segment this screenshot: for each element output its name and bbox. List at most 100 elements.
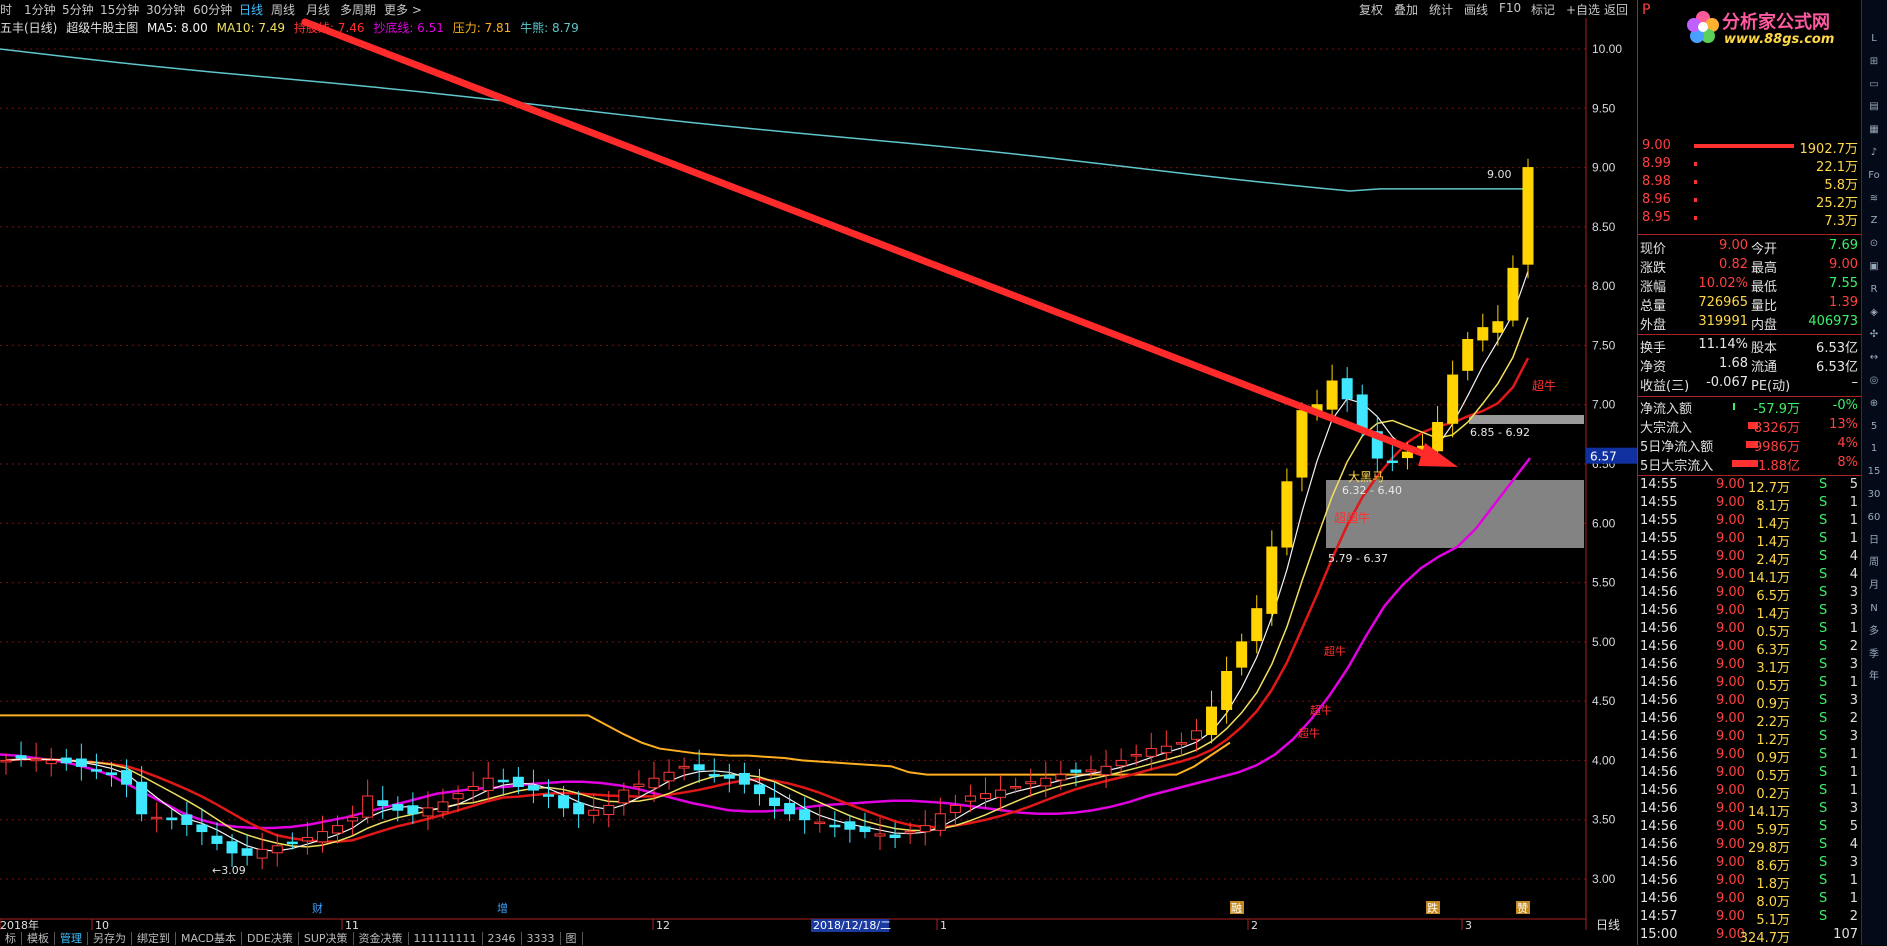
side-tool-icon[interactable]: 月 [1864,577,1884,595]
period-tab[interactable]: 15分钟 [100,1,139,18]
side-tool-icon[interactable]: ≋ [1864,190,1884,208]
side-tool-icon[interactable]: ▣ [1864,258,1884,276]
tick-price: 9.00 [1716,783,1745,798]
indicator-tab[interactable]: 绑定到 [132,932,176,945]
side-tool-icon[interactable]: ⊕ [1864,395,1884,413]
indicator-name[interactable]: 超级牛股主图 [66,21,138,35]
stock-title[interactable]: 五丰(日线) [0,21,57,35]
toolbar-action[interactable]: 画线 [1464,1,1488,18]
side-tool-icon[interactable]: ⊞ [1864,53,1884,71]
side-tool-icon[interactable]: 年 [1864,668,1884,686]
side-tool-icon[interactable]: 1 [1864,440,1884,458]
side-tool-icon[interactable]: 60 [1864,509,1884,527]
period-tab[interactable]: 周线 [271,1,295,18]
stat-row: 外盘 319991 内盘 406973 [1638,314,1862,333]
side-tool-icon[interactable]: 季 [1864,646,1884,664]
stat-label: 现价 [1640,242,1667,257]
tick-count: 4 [1849,549,1858,564]
tick-side: S [1819,891,1828,906]
tick-time: 14:56 [1640,873,1678,888]
side-tool-icon[interactable]: 15 [1864,463,1884,481]
stat-label: 外盘 [1640,318,1667,333]
indicator-tab[interactable]: 资金决策 [354,932,409,945]
indicator-tab[interactable]: 3333 [522,932,561,945]
indicator-tab[interactable]: MACD基本 [176,932,242,945]
period-tab[interactable]: 1分钟 [24,1,56,18]
indicator-tab[interactable]: 标 [0,932,22,945]
tick-price: 9.00 [1716,639,1745,654]
flow-pct: 13% [1829,417,1858,432]
tick-time: 14:56 [1640,567,1678,582]
tick-count: 1 [1849,873,1858,888]
side-tool-icon[interactable]: 日 [1864,532,1884,550]
long-ma-line [0,48,1530,192]
side-tool-icon[interactable]: ⊙ [1864,235,1884,253]
side-tool-icon[interactable]: ▤ [1864,98,1884,116]
bull-bear-value: 牛熊: 8.79 [520,21,579,35]
indicator-tab[interactable]: 模板 [22,932,55,945]
tick-row: 14:56 9.00 1.8万 S 1 [1638,873,1862,892]
tick-time: 14:55 [1640,495,1678,510]
period-tab[interactable]: 日线 [239,1,263,18]
tick-time: 15:00 [1640,927,1678,942]
indicator-tab[interactable]: 图 [561,932,583,945]
tick-volume: 0.9万 [1756,751,1790,766]
watermark-url: www.88gs.com [1724,32,1835,47]
toolbar-action[interactable]: 标记 [1531,1,1555,18]
period-tab[interactable]: 60分钟 [193,1,232,18]
indicator-tab[interactable]: SUP决策 [299,932,354,945]
side-tool-icon[interactable]: 30 [1864,486,1884,504]
side-tool-icon[interactable]: ♪ [1864,144,1884,162]
current-price-tag: 6.57 [1590,450,1617,464]
tick-price: 9.00 [1716,567,1745,582]
tick-price: 9.00 [1716,729,1745,744]
side-tool-icon[interactable]: 5 [1864,418,1884,436]
flow-value: 9986万 [1753,440,1800,455]
side-tool-icon[interactable]: 周 [1864,554,1884,572]
side-tool-icon[interactable]: ▭ [1864,76,1884,94]
side-tool-icon[interactable]: R [1864,281,1884,299]
side-tool-icon[interactable]: N [1864,600,1884,618]
side-tool-icon[interactable]: Z [1864,212,1884,230]
side-tool-icon[interactable]: L [1864,30,1884,48]
period-tab[interactable]: 更多 > [384,1,422,18]
ask-volume: 7.3万 [1824,214,1858,229]
fund-label: 流通 [1751,360,1778,375]
indicator-tab[interactable]: 2346 [483,932,522,945]
toolbar-action[interactable]: 统计 [1429,1,1453,18]
damajia-label: 大黑马 [1348,470,1384,484]
side-tool-icon[interactable]: ▦ [1864,121,1884,139]
toolbar-action[interactable]: 叠加 [1394,1,1418,18]
period-tab[interactable]: 月线 [306,1,330,18]
tick-price: 9.00 [1716,801,1745,816]
tick-count: 3 [1849,657,1858,672]
side-tool-icon[interactable]: ↔ [1864,349,1884,367]
candle [753,768,765,806]
side-tool-icon[interactable]: 多 [1864,623,1884,641]
side-tool-icon[interactable]: ◈ [1864,304,1884,322]
toolbar-action[interactable]: +自选 [1566,1,1600,18]
side-tool-icon[interactable]: ✣ [1864,326,1884,344]
indicator-tab[interactable]: DDE决策 [242,932,299,945]
candle [196,808,208,846]
period-tab[interactable]: 5分钟 [62,1,94,18]
period-tab[interactable]: 多周期 [340,1,376,18]
candle [45,747,57,777]
side-tool-icon[interactable]: ◎ [1864,372,1884,390]
toolbar-action[interactable]: 返回 [1604,1,1628,18]
period-tab[interactable]: 时 [0,1,12,18]
stat-label: 最低 [1751,280,1778,295]
period-tab[interactable]: 30分钟 [146,1,185,18]
tick-row: 14:56 9.00 14.1万 S 4 [1638,567,1862,586]
tick-row: 14:56 9.00 0.5万 S 1 [1638,765,1862,784]
toolbar-action[interactable]: F10 [1499,1,1521,15]
tick-side: S [1819,549,1828,564]
indicator-tab[interactable]: 管理 [55,932,88,945]
price-chart[interactable]: 10.009.509.008.508.007.507.006.506.005.5… [0,0,1637,945]
toolbar-action[interactable]: 复权 [1359,1,1383,18]
indicator-tab[interactable]: 另存为 [88,932,132,945]
side-tool-icon[interactable]: Fo [1864,167,1884,185]
tick-price: 9.00 [1716,765,1745,780]
indicator-tab[interactable]: 111111111 [409,932,483,945]
tick-side: S [1819,837,1828,852]
